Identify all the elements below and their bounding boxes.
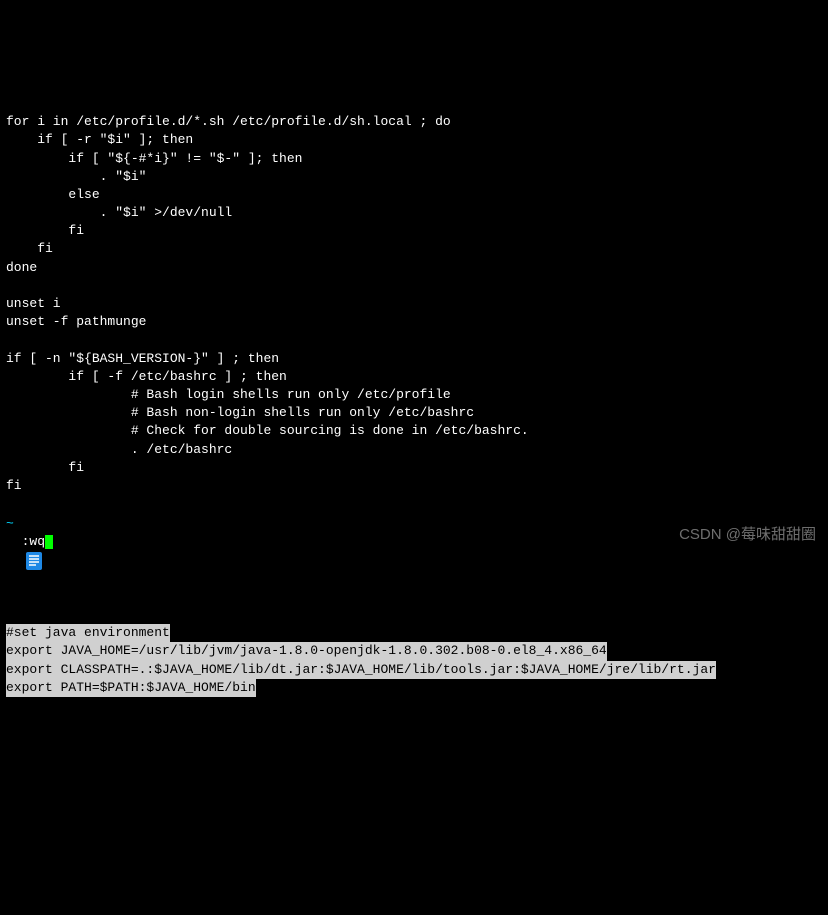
vim-command-line[interactable]: :wq <box>6 515 53 551</box>
highlighted-line: #set java environment <box>6 624 170 642</box>
cursor <box>45 535 53 549</box>
highlighted-block: #set java environmentexport JAVA_HOME=/u… <box>6 624 828 697</box>
terminal-editor[interactable]: for i in /etc/profile.d/*.sh /etc/profil… <box>0 73 828 715</box>
highlighted-line: export JAVA_HOME=/usr/lib/jvm/java-1.8.0… <box>6 642 607 660</box>
code-block: for i in /etc/profile.d/*.sh /etc/profil… <box>6 113 828 495</box>
highlighted-line: export CLASSPATH=.:$JAVA_HOME/lib/dt.jar… <box>6 661 716 679</box>
watermark: CSDN @莓味甜甜圈 <box>679 524 816 545</box>
highlighted-line: export PATH=$PATH:$JAVA_HOME/bin <box>6 679 256 697</box>
vim-command-text: :wq <box>22 534 45 549</box>
